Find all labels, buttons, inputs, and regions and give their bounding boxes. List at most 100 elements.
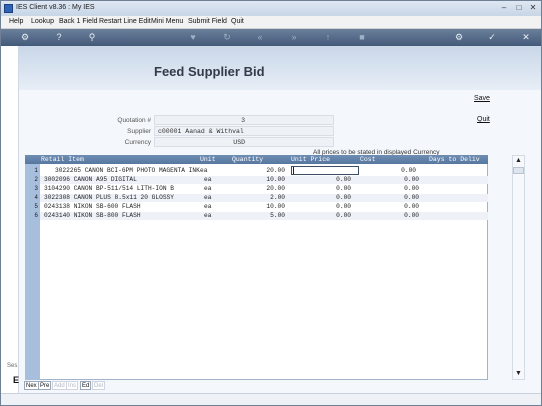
cell-unit-price: 0.00 [336, 212, 351, 219]
refresh-icon[interactable]: ↻ [221, 32, 233, 43]
cell-unit: ea [200, 167, 208, 174]
column-retail-item[interactable]: Retail Item [41, 156, 84, 163]
header-band [19, 46, 541, 90]
scroll-down-icon[interactable]: ▼ [513, 369, 524, 379]
cell-quantity: 20.00 [266, 167, 285, 174]
menu-help[interactable]: Help [9, 18, 23, 25]
vertical-scrollbar[interactable]: ▲ ▼ [512, 155, 525, 380]
cell-cost: 0.00 [404, 203, 419, 210]
column-cost[interactable]: Cost [360, 156, 376, 163]
cell-cost: 0.00 [404, 176, 419, 183]
cell-unit-price: 0.00 [336, 194, 351, 201]
insert-button[interactable]: Ins [66, 381, 79, 390]
table-row[interactable]: 3022308 CANON PLUS 8.5x11 20 GLOSSY ea 2… [40, 194, 488, 202]
toolbar: ⚙ ? ⚲ ♥ ↻ « » ↑ ■ ⚙ ✓ ✕ [1, 29, 541, 46]
title-bar: IES Client v8.36 : My IES – □ ✕ [1, 1, 541, 16]
table-row[interactable]: 3022265 CANON BCI-6PM PHOTO MAGENTA INK … [40, 167, 488, 175]
page-title: Feed Supplier Bid [154, 64, 265, 79]
add-button[interactable]: Add [52, 381, 67, 390]
cell-unit: ea [204, 212, 212, 219]
menu-mini-menu[interactable]: Mini Menu [151, 18, 183, 25]
column-unit-price[interactable]: Unit Price [291, 156, 330, 163]
row-number: 5 [34, 203, 38, 210]
supplier-label: Supplier [127, 128, 151, 135]
heart-icon[interactable]: ♥ [187, 32, 199, 43]
cell-cost: 0.00 [404, 185, 419, 192]
window-title: IES Client v8.36 : My IES [16, 4, 95, 11]
cell-item: 3022308 CANON PLUS 8.5x11 20 GLOSSY [44, 194, 174, 201]
scroll-up-icon[interactable]: ▲ [513, 156, 524, 166]
menu-bar: Help Lookup Back 1 Field Restart Line Ed… [1, 16, 541, 29]
menu-lookup[interactable]: Lookup [31, 18, 54, 25]
supplier-field[interactable]: c00001 Aanad & Withval [154, 126, 334, 136]
cell-unit-price: 0.00 [336, 176, 351, 183]
cell-quantity: 10.00 [266, 176, 285, 183]
grid-header: Retail Item Unit Quantity Unit Price Cos… [25, 155, 488, 164]
row-number: 2 [34, 176, 38, 183]
table-row[interactable]: 3002096 CANON A95 DIGITAL ea 10.00 0.00 … [40, 176, 488, 184]
quotation-label: Quotation # [117, 117, 151, 124]
cell-unit-price: 0.00 [336, 185, 351, 192]
maximize-icon[interactable]: □ [512, 3, 526, 14]
cell-cost: 0.00 [404, 212, 419, 219]
save-link[interactable]: Save [474, 95, 490, 102]
row-number: 1 [34, 167, 38, 174]
row-number: 3 [34, 185, 38, 192]
quit-link[interactable]: Quit [477, 116, 490, 123]
side-label: Ses [7, 363, 18, 369]
cell-item: 0243140 NIKON SB-800 FLASH [44, 212, 141, 219]
cell-quantity: 10.00 [266, 203, 285, 210]
stop-icon[interactable]: ■ [356, 32, 368, 43]
rewind-icon[interactable]: « [254, 32, 266, 43]
cell-unit: ea [204, 176, 212, 183]
status-bar [1, 393, 541, 405]
table-row[interactable]: 0243140 NIKON SB-800 FLASH ea 5.00 0.00 … [40, 212, 488, 220]
close-window-icon[interactable]: ✕ [526, 3, 540, 14]
app-icon [4, 4, 13, 13]
cell-item: 0243138 NIKON SB-600 FLASH [44, 203, 141, 210]
fast-forward-icon[interactable]: » [288, 32, 300, 43]
table-row[interactable]: 3104290 CANON BP-511/514 LITH-ION B ea 2… [40, 185, 488, 193]
text-caret [293, 167, 294, 174]
delete-button[interactable]: Del [92, 381, 106, 390]
upload-icon[interactable]: ↑ [322, 32, 334, 43]
quotation-field[interactable]: 3 [154, 115, 334, 125]
side-indicator: E [13, 375, 20, 385]
row-number: 4 [34, 194, 38, 201]
cell-unit: ea [204, 203, 212, 210]
cell-cost: 0.00 [404, 194, 419, 201]
cell-unit: ea [204, 194, 212, 201]
edit-button[interactable]: Ed [80, 381, 92, 390]
close-icon[interactable]: ✕ [520, 32, 532, 43]
currency-label: Currency [124, 139, 151, 146]
scroll-thumb[interactable] [513, 167, 524, 174]
search-icon[interactable]: ⚲ [86, 32, 98, 43]
cell-unit: ea [204, 185, 212, 192]
check-icon[interactable]: ✓ [486, 32, 498, 43]
menu-restart-line-edit[interactable]: Restart Line Edit [99, 18, 151, 25]
cell-cost: 0.00 [401, 167, 416, 174]
column-unit[interactable]: Unit [200, 156, 216, 163]
menu-submit-field[interactable]: Submit Field [188, 18, 227, 25]
next-button[interactable]: Nex [24, 381, 39, 390]
help-icon[interactable]: ? [53, 32, 65, 43]
cell-unit-price: 0.00 [336, 203, 351, 210]
column-days-to-deliv[interactable]: Days to Deliv [429, 156, 480, 163]
table-row[interactable]: 0243138 NIKON SB-600 FLASH ea 10.00 0.00… [40, 203, 488, 211]
settings-icon[interactable]: ⚙ [453, 32, 465, 43]
cell-item: 3002096 CANON A95 DIGITAL [44, 176, 137, 183]
cell-quantity: 2.00 [270, 194, 285, 201]
column-quantity[interactable]: Quantity [232, 156, 263, 163]
cell-quantity: 20.00 [266, 185, 285, 192]
menu-quit[interactable]: Quit [231, 18, 244, 25]
currency-field[interactable]: USD [154, 137, 334, 147]
previous-button[interactable]: Pre [38, 381, 52, 390]
key-icon[interactable]: ⚙ [17, 32, 33, 43]
cell-quantity: 5.00 [270, 212, 285, 219]
row-number: 6 [34, 212, 38, 219]
unit-price-input[interactable] [291, 166, 359, 175]
menu-back-1-field[interactable]: Back 1 Field [59, 18, 98, 25]
minimize-icon[interactable]: – [497, 3, 511, 14]
cell-item: 3022265 CANON BCI-6PM PHOTO MAGENTA INK [55, 167, 200, 174]
cell-item: 3104290 CANON BP-511/514 LITH-ION B [44, 185, 174, 192]
